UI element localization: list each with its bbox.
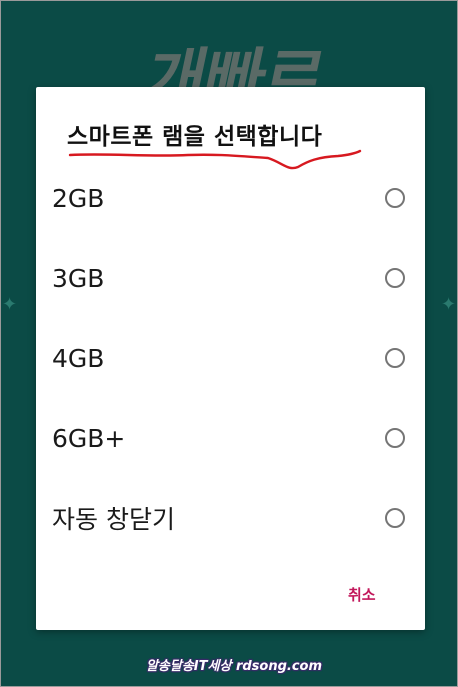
radio-button[interactable] xyxy=(385,268,405,288)
option-label: 4GB xyxy=(52,343,105,373)
dialog-title: 스마트폰 램을 선택합니다 xyxy=(67,124,323,150)
cancel-button[interactable]: 취소 xyxy=(348,584,376,605)
option-4gb[interactable]: 4GB xyxy=(36,318,425,398)
option-2gb[interactable]: 2GB xyxy=(36,158,425,238)
watermark: 알송달송IT세상 rdsong.com xyxy=(145,659,323,674)
option-3gb[interactable]: 3GB xyxy=(36,238,425,318)
option-6gb-plus[interactable]: 6GB+ xyxy=(36,398,425,478)
background-app-logo: 개빠르 xyxy=(137,41,331,118)
option-label: 3GB xyxy=(52,263,105,293)
option-auto-close[interactable]: 자동 창닫기 xyxy=(36,478,425,558)
option-label: 자동 창닫기 xyxy=(52,505,175,534)
sparkle-icon: ✦ xyxy=(441,294,457,315)
radio-button[interactable] xyxy=(385,428,405,448)
radio-button[interactable] xyxy=(385,348,405,368)
option-label: 6GB+ xyxy=(52,423,126,453)
radio-button[interactable] xyxy=(385,508,405,528)
ram-select-dialog: 스마트폰 램을 선택합니다 2GB 3GB 4GB 6GB+ 자동 창닫기 취소 xyxy=(36,87,425,630)
option-label: 2GB xyxy=(52,183,105,213)
radio-button[interactable] xyxy=(385,188,405,208)
sparkle-icon: ✦ xyxy=(2,294,18,315)
